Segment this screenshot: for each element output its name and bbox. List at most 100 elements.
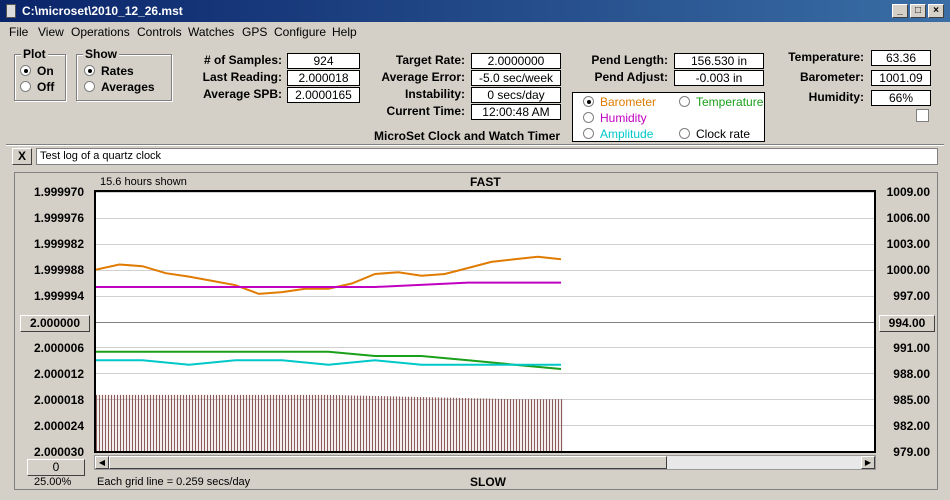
left-tick: 2.000006 — [33, 341, 84, 355]
right-tick: 985.00 — [893, 393, 930, 407]
series-barometer — [95, 255, 562, 295]
right-center-button[interactable]: 994.00 — [879, 315, 935, 332]
average-error-label: Average Error: — [381, 70, 465, 84]
sensor-humidity-radio[interactable]: Humidity — [583, 111, 647, 125]
average-spb-value: 2.0000165 — [287, 87, 360, 103]
zero-button[interactable]: 0 — [27, 459, 85, 476]
menu-controls[interactable]: Controls — [137, 25, 182, 39]
fast-label: FAST — [470, 175, 501, 189]
series-humidity — [96, 281, 561, 288]
menu-gps[interactable]: GPS — [242, 25, 267, 39]
zoom-label: 25.00% — [34, 476, 72, 488]
last-reading-value: 2.000018 — [287, 70, 360, 86]
radio-selected-icon — [20, 65, 31, 76]
menu-configure[interactable]: Configure — [274, 25, 326, 39]
horizontal-scrollbar[interactable]: ◀ ▶ — [94, 455, 876, 470]
right-tick: 991.00 — [893, 341, 930, 355]
app-icon — [6, 4, 16, 18]
log-text-field[interactable]: Test log of a quartz clock — [36, 148, 938, 165]
chart-svg — [95, 192, 874, 452]
series-temperature — [96, 350, 562, 370]
target-rate-label: Target Rate: — [395, 53, 465, 67]
show-averages-radio[interactable]: Averages — [84, 80, 155, 94]
samples-label: # of Samples: — [203, 53, 282, 67]
maximize-button[interactable]: □ — [910, 4, 926, 18]
average-spb-label: Average SPB: — [203, 87, 282, 101]
radio-icon — [679, 128, 690, 139]
radio-selected-icon — [583, 96, 594, 107]
right-tick: 982.00 — [893, 419, 930, 433]
radio-icon — [583, 112, 594, 123]
log-clear-button[interactable]: X — [12, 148, 32, 165]
samples-value: 924 — [287, 53, 360, 69]
instability-value: 0 secs/day — [471, 87, 561, 103]
right-tick: 1006.00 — [886, 211, 930, 225]
environment-checkbox[interactable] — [916, 109, 929, 122]
left-center-button[interactable]: 2.000000 — [20, 315, 90, 332]
left-tick: 1.999976 — [33, 211, 84, 225]
average-error-value: -5.0 sec/week — [471, 70, 561, 86]
app-subtitle: MicroSet Clock and Watch Timer — [374, 129, 561, 143]
show-rates-radio[interactable]: Rates — [84, 64, 134, 78]
sensor-amplitude-radio[interactable]: Amplitude — [583, 127, 653, 141]
current-time-value: 12:00:48 AM — [471, 104, 561, 120]
menu-watches[interactable]: Watches — [188, 25, 234, 39]
left-tick: 1.999988 — [33, 263, 84, 277]
plot-off-radio[interactable]: Off — [20, 80, 54, 94]
menu-view[interactable]: View — [38, 25, 64, 39]
barometer-label: Barometer: — [799, 70, 864, 84]
sensor-temperature-radio[interactable]: Temperature — [679, 95, 763, 109]
left-tick: 2.000024 — [33, 419, 84, 433]
right-tick: 1003.00 — [886, 237, 930, 251]
menu-operations[interactable]: Operations — [71, 25, 130, 39]
radio-icon — [20, 81, 31, 92]
radio-icon — [84, 81, 95, 92]
radio-selected-icon — [84, 65, 95, 76]
right-tick: 1009.00 — [886, 185, 930, 199]
menu-bar: File View Operations Controls Watches GP… — [0, 22, 950, 42]
separator — [6, 144, 944, 146]
temperature-label: Temperature: — [788, 50, 864, 64]
window-title: C:\microset\2010_12_26.mst — [22, 4, 183, 18]
plot-group-title: Plot — [21, 47, 48, 61]
minimize-button[interactable]: _ — [892, 4, 908, 18]
humidity-label: Humidity: — [808, 90, 864, 104]
radio-icon — [583, 128, 594, 139]
hours-shown-label: 15.6 hours shown — [100, 176, 187, 188]
menu-help[interactable]: Help — [332, 25, 357, 39]
show-group-title: Show — [83, 47, 119, 61]
left-tick: 1.999994 — [33, 289, 84, 303]
instability-label: Instability: — [404, 87, 465, 101]
close-button[interactable]: × — [928, 4, 944, 18]
scroll-right-icon[interactable]: ▶ — [861, 456, 875, 469]
sensor-select-box: Barometer Temperature Humidity Amplitude… — [572, 92, 765, 142]
right-tick: 1000.00 — [886, 263, 930, 277]
radio-icon — [679, 96, 690, 107]
slow-label: SLOW — [470, 475, 506, 489]
current-time-label: Current Time: — [386, 104, 465, 118]
scroll-left-icon[interactable]: ◀ — [95, 456, 109, 469]
left-tick: 2.000018 — [33, 393, 84, 407]
title-bar: C:\microset\2010_12_26.mst _ □ × — [0, 0, 950, 22]
left-tick: 1.999982 — [33, 237, 84, 251]
pend-adjust-label: Pend Adjust: — [594, 70, 668, 84]
right-tick: 979.00 — [893, 445, 930, 459]
grid-info-label: Each grid line = 0.259 secs/day — [97, 476, 251, 488]
pend-length-value: 156.530 in — [674, 53, 764, 69]
plot-on-radio[interactable]: On — [20, 64, 54, 78]
right-tick: 988.00 — [893, 367, 930, 381]
sensor-clock-rate-radio[interactable]: Clock rate — [679, 127, 750, 141]
humidity-value: 66% — [871, 90, 931, 106]
scroll-thumb[interactable] — [109, 456, 667, 469]
left-tick: 2.000012 — [33, 367, 84, 381]
last-reading-label: Last Reading: — [202, 70, 282, 84]
target-rate-value: 2.0000000 — [471, 53, 561, 69]
right-tick: 997.00 — [893, 289, 930, 303]
sensor-barometer-radio[interactable]: Barometer — [583, 95, 656, 109]
temperature-value: 63.36 — [871, 50, 931, 66]
pend-adjust-value: -0.003 in — [674, 70, 764, 86]
menu-file[interactable]: File — [9, 25, 28, 39]
barometer-value: 1001.09 — [871, 70, 931, 86]
plot-area — [94, 190, 876, 453]
left-tick: 2.000030 — [33, 445, 84, 459]
